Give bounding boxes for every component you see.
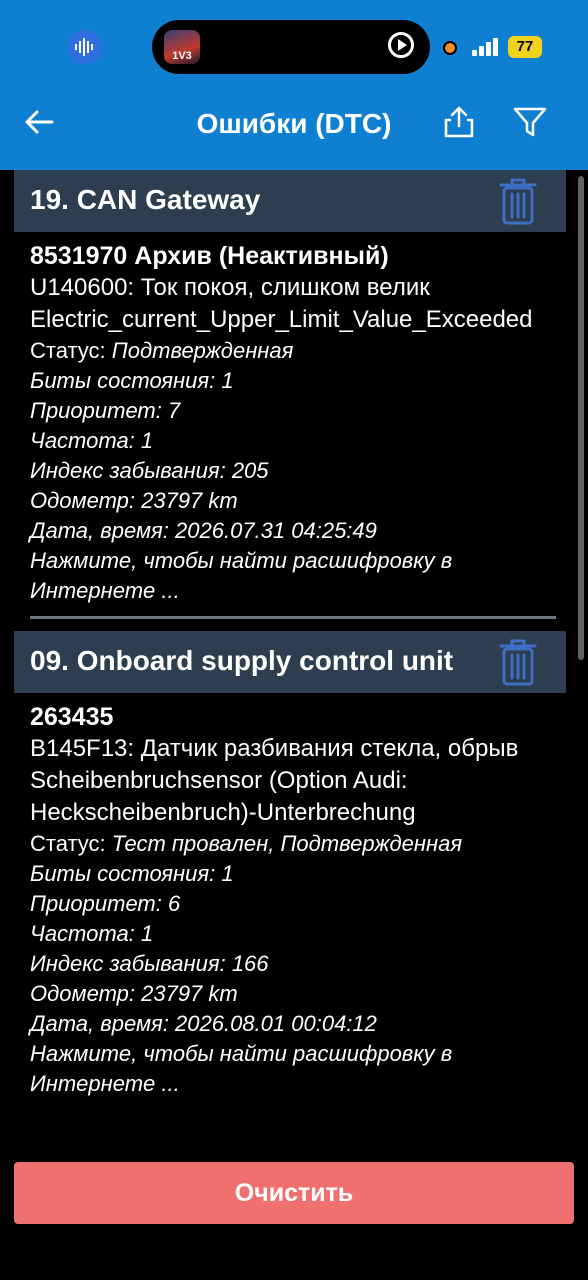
now-playing-app-icon: 1V3 xyxy=(164,30,200,64)
section-title: 09. Onboard supply control unit xyxy=(30,645,454,676)
dtc-forget-index: Индекс забывания: 166 xyxy=(30,951,269,976)
dtc-entry[interactable]: 8531970 Архив (Неактивный) U140600: Ток … xyxy=(14,232,566,612)
dtc-entry[interactable]: 263435 B145F13: Датчик разбивания стекла… xyxy=(14,693,566,1105)
dtc-status-bits: Биты состояния: 1 xyxy=(30,368,234,393)
recording-dot-icon xyxy=(443,41,457,55)
dtc-odometer: Одометр: 23797 km xyxy=(30,981,238,1006)
battery-indicator: 77 xyxy=(508,36,542,58)
dtc-list[interactable]: 19. CAN Gateway 8531970 Архив (Неактивны… xyxy=(14,170,566,1160)
dtc-description: B145F13: Датчик разбивания стекла, обрыв xyxy=(30,735,519,762)
scrollbar[interactable] xyxy=(578,176,584,660)
dtc-lookup-link[interactable]: Нажмите, чтобы найти расшифровку в Интер… xyxy=(30,1039,550,1099)
page-title: Ошибки (DTC) xyxy=(196,108,392,139)
dtc-description-original: Scheibenbruchsensor (Option Audi: Hecksc… xyxy=(30,767,416,826)
dynamic-island[interactable]: 1V3 xyxy=(152,20,430,74)
app-bar: 1V3 77 Ошибки (DTC) xyxy=(0,0,588,170)
trash-icon[interactable] xyxy=(498,637,538,687)
dtc-section: 09. Onboard supply control unit 263435 B… xyxy=(14,631,566,1105)
dtc-priority: Приоритет: 6 xyxy=(30,891,181,916)
dtc-code: 263435 xyxy=(30,703,114,731)
section-header: 09. Onboard supply control unit xyxy=(14,631,566,693)
trash-icon[interactable] xyxy=(498,176,538,226)
dtc-frequency: Частота: 1 xyxy=(30,428,154,453)
dtc-odometer: Одометр: 23797 km xyxy=(30,488,238,513)
dtc-priority: Приоритет: 7 xyxy=(30,398,181,423)
dtc-code: 8531970 Архив (Неактивный) xyxy=(30,242,389,270)
dtc-status-bits: Биты состояния: 1 xyxy=(30,861,234,886)
dtc-description-original: Electric_current_Upper_Limit_Value_Excee… xyxy=(30,306,533,333)
play-icon[interactable] xyxy=(388,32,414,58)
section-header: 19. CAN Gateway xyxy=(14,170,566,232)
dtc-description: U140600: Ток покоя, слишком велик xyxy=(30,274,430,301)
dtc-forget-index: Индекс забывания: 205 xyxy=(30,458,269,483)
share-icon[interactable] xyxy=(442,104,476,140)
dtc-status: Статус: Подтвержденная xyxy=(30,338,294,363)
filter-icon[interactable] xyxy=(512,104,548,140)
voice-indicator-icon xyxy=(68,30,102,64)
dtc-datetime: Дата, время: 2026.07.31 04:25:49 xyxy=(30,518,377,543)
dtc-datetime: Дата, время: 2026.08.01 00:04:12 xyxy=(30,1011,377,1036)
dtc-frequency: Частота: 1 xyxy=(30,921,154,946)
dtc-lookup-link[interactable]: Нажмите, чтобы найти расшифровку в Интер… xyxy=(30,546,550,606)
cellular-signal-icon xyxy=(472,38,504,56)
section-title: 19. CAN Gateway xyxy=(30,184,261,215)
clear-button[interactable]: Очистить xyxy=(14,1162,574,1224)
divider xyxy=(30,616,556,619)
dtc-section: 19. CAN Gateway 8531970 Архив (Неактивны… xyxy=(14,170,566,619)
dtc-status: Статус: Тест провален, Подтвержденная xyxy=(30,831,463,856)
